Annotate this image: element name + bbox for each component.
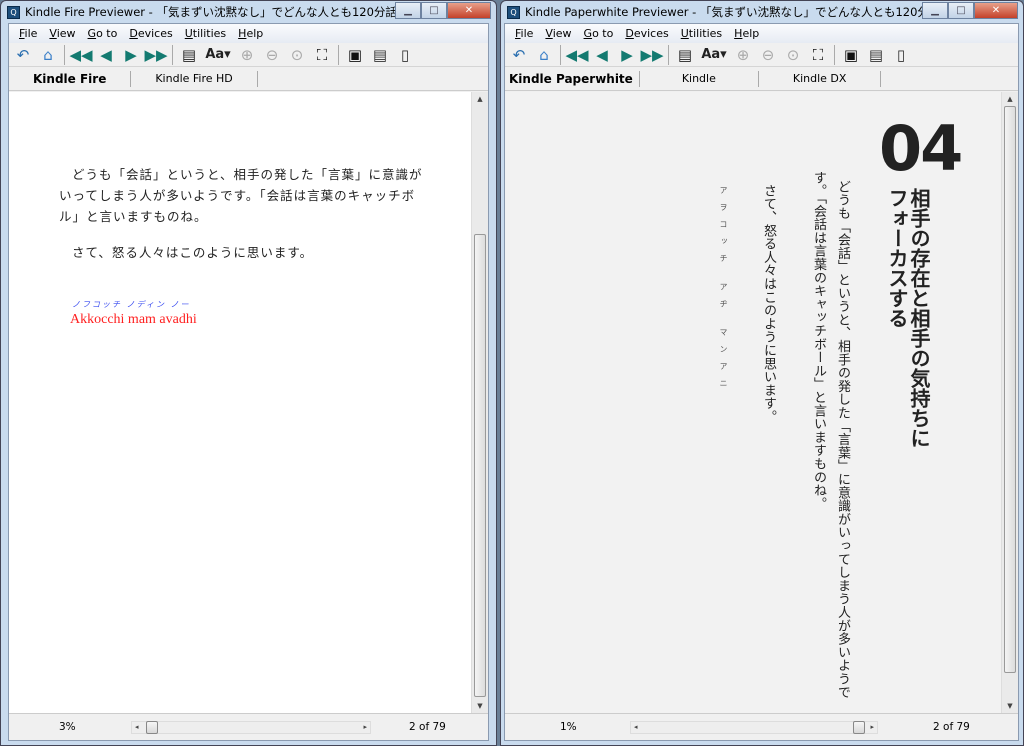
slider-thumb[interactable] xyxy=(853,721,865,734)
zoom-percent: 3% xyxy=(59,721,76,733)
rotate-icon[interactable]: ↶ xyxy=(12,44,34,66)
page-slider[interactable]: ◂ ▸ xyxy=(630,721,878,734)
minimize-button[interactable]: ▁ xyxy=(395,2,421,19)
maximize-button[interactable]: □ xyxy=(948,2,974,19)
body-line-2: す。「会話は言葉のキャッチボール」と言いますものね。 xyxy=(811,171,826,511)
zoom-in-icon[interactable]: ⊕ xyxy=(236,44,258,66)
device-icon[interactable]: ▯ xyxy=(394,44,416,66)
document-icon[interactable]: ▤ xyxy=(178,44,200,66)
book-page: どうも「会話」というと、相手の発した「言葉」に意識が いってしまう人が多いようで… xyxy=(9,92,471,713)
menu-utilities[interactable]: Utilities xyxy=(675,27,728,40)
vertical-scrollbar[interactable]: ▲ ▼ xyxy=(471,92,488,713)
home-icon[interactable]: ⌂ xyxy=(533,44,555,66)
last-page-icon[interactable]: ▶▶ xyxy=(640,44,663,66)
menu-devices[interactable]: Devices xyxy=(619,27,674,40)
tab-kindle-paperwhite[interactable]: Kindle Paperwhite xyxy=(505,70,640,87)
menu-help[interactable]: Help xyxy=(728,27,765,40)
font-size-icon[interactable]: Aa▾ xyxy=(203,44,233,66)
text-line: いってしまう人が多いようです。「会話は言葉のキャッチボ xyxy=(59,188,416,203)
zoom-in-icon[interactable]: ⊕ xyxy=(732,44,754,66)
vertical-scrollbar[interactable]: ▲ ▼ xyxy=(1001,92,1018,713)
next-page-icon[interactable]: ▶ xyxy=(616,44,638,66)
menu-view[interactable]: View xyxy=(43,27,81,40)
ruby-text: ノフコッチ ノディン ノー xyxy=(72,300,191,309)
tab-kindle-fire-hd[interactable]: Kindle Fire HD xyxy=(131,70,258,87)
kindle-paperwhite-previewer-window: Q Kindle Paperwhite Previewer - 「気まずい沈黙な… xyxy=(500,0,1024,746)
app-icon: Q xyxy=(7,5,20,19)
tab-kindle[interactable]: Kindle xyxy=(640,70,759,87)
minimize-button[interactable]: ▁ xyxy=(922,2,948,19)
tab-kindle-fire[interactable]: Kindle Fire xyxy=(9,70,132,87)
document-icon[interactable]: ▤ xyxy=(674,44,696,66)
rotate-icon[interactable]: ↶ xyxy=(508,44,530,66)
cover-icon[interactable]: ▣ xyxy=(344,44,366,66)
app-icon: Q xyxy=(507,5,520,19)
zoom-percent: 1% xyxy=(560,721,577,733)
scrollbar-thumb[interactable] xyxy=(474,234,486,697)
body-line-3: さて、怒る人々はこのように思います。 xyxy=(761,184,776,424)
chapter-number: 04 xyxy=(879,112,963,185)
menu-bar: File View Go to Devices Utilities Help xyxy=(505,24,1018,43)
last-page-icon[interactable]: ▶▶ xyxy=(144,44,167,66)
ruby-text: アヲコッチ アヂ マンアニ xyxy=(719,186,728,397)
scrollbar-thumb[interactable] xyxy=(1004,106,1016,673)
fullscreen-icon[interactable]: ⛶ xyxy=(807,44,829,66)
window-controls: ▁ □ ✕ xyxy=(395,2,491,19)
romaji-text: Akkocchi mam avadhi xyxy=(70,312,197,327)
status-bar: 3% ◂ ▸ 2 of 79 xyxy=(9,713,488,740)
zoom-fit-icon[interactable]: ⊙ xyxy=(782,44,804,66)
body-line-1: どうも「会話」というと、相手の発した「言葉」に意識がいってしまう人が多いようで xyxy=(835,180,850,699)
menu-goto[interactable]: Go to xyxy=(578,27,620,40)
first-page-icon[interactable]: ◀◀ xyxy=(69,44,92,66)
chapter-heading-line-1: 相手の存在と相手の気持ちに xyxy=(907,188,931,448)
device-tabs: Kindle Fire Kindle Fire HD xyxy=(9,67,488,91)
cover-icon[interactable]: ▣ xyxy=(840,44,862,66)
prev-page-icon[interactable]: ◀ xyxy=(95,44,117,66)
home-icon[interactable]: ⌂ xyxy=(37,44,59,66)
toolbar: ↶ ⌂ ◀◀ ◀ ▶ ▶▶ ▤ Aa▾ ⊕ ⊖ ⊙ ⛶ ▣ ▤ ▯ xyxy=(505,43,1018,67)
text-line: ル」と言いますものね。 xyxy=(59,209,208,224)
menu-file[interactable]: File xyxy=(509,27,539,40)
chapter-heading-line-2: フォーカスする xyxy=(885,188,909,328)
text-line: どうも「会話」というと、相手の発した「言葉」に意識が xyxy=(72,167,423,182)
page-indicator: 2 of 79 xyxy=(933,721,970,733)
zoom-out-icon[interactable]: ⊖ xyxy=(261,44,283,66)
page-view-icon[interactable]: ▤ xyxy=(369,44,391,66)
window-controls: ▁ □ ✕ xyxy=(922,2,1018,19)
paragraph-2: さて、怒る人々はこのように思います。 xyxy=(72,245,314,260)
paragraph-1: どうも「会話」というと、相手の発した「言葉」に意識が いってしまう人が多いようで… xyxy=(59,164,423,227)
close-button[interactable]: ✕ xyxy=(447,2,491,19)
menu-help[interactable]: Help xyxy=(232,27,269,40)
zoom-fit-icon[interactable]: ⊙ xyxy=(286,44,308,66)
prev-page-icon[interactable]: ◀ xyxy=(591,44,613,66)
menu-bar: File View Go to Devices Utilities Help xyxy=(9,24,488,43)
menu-goto[interactable]: Go to xyxy=(82,27,124,40)
next-page-icon[interactable]: ▶ xyxy=(120,44,142,66)
font-size-icon[interactable]: Aa▾ xyxy=(699,44,729,66)
first-page-icon[interactable]: ◀◀ xyxy=(565,44,588,66)
window-title: Kindle Fire Previewer - 「気まずい沈黙なし」でどんな人と… xyxy=(25,5,420,19)
menu-view[interactable]: View xyxy=(539,27,577,40)
device-tabs: Kindle Paperwhite Kindle Kindle DX xyxy=(505,67,1018,91)
page-view-icon[interactable]: ▤ xyxy=(865,44,887,66)
book-page: 04 相手の存在と相手の気持ちに フォーカスする どうも「会話」というと、相手の… xyxy=(505,92,1001,713)
toolbar: ↶ ⌂ ◀◀ ◀ ▶ ▶▶ ▤ Aa▾ ⊕ ⊖ ⊙ ⛶ ▣ ▤ ▯ xyxy=(9,43,488,67)
window-title: Kindle Paperwhite Previewer - 「気まずい沈黙なし」… xyxy=(525,5,964,19)
menu-utilities[interactable]: Utilities xyxy=(179,27,232,40)
menu-devices[interactable]: Devices xyxy=(123,27,178,40)
close-button[interactable]: ✕ xyxy=(974,2,1018,19)
tab-kindle-dx[interactable]: Kindle DX xyxy=(759,70,882,87)
slider-thumb[interactable] xyxy=(146,721,158,734)
maximize-button[interactable]: □ xyxy=(421,2,447,19)
menu-file[interactable]: File xyxy=(13,27,43,40)
zoom-out-icon[interactable]: ⊖ xyxy=(757,44,779,66)
kindle-fire-previewer-window: Q Kindle Fire Previewer - 「気まずい沈黙なし」でどんな… xyxy=(0,0,497,746)
status-bar: 1% ◂ ▸ 2 of 79 xyxy=(505,713,1018,740)
device-icon[interactable]: ▯ xyxy=(890,44,912,66)
page-indicator: 2 of 79 xyxy=(409,721,446,733)
page-slider[interactable]: ◂ ▸ xyxy=(131,721,371,734)
fullscreen-icon[interactable]: ⛶ xyxy=(311,44,333,66)
